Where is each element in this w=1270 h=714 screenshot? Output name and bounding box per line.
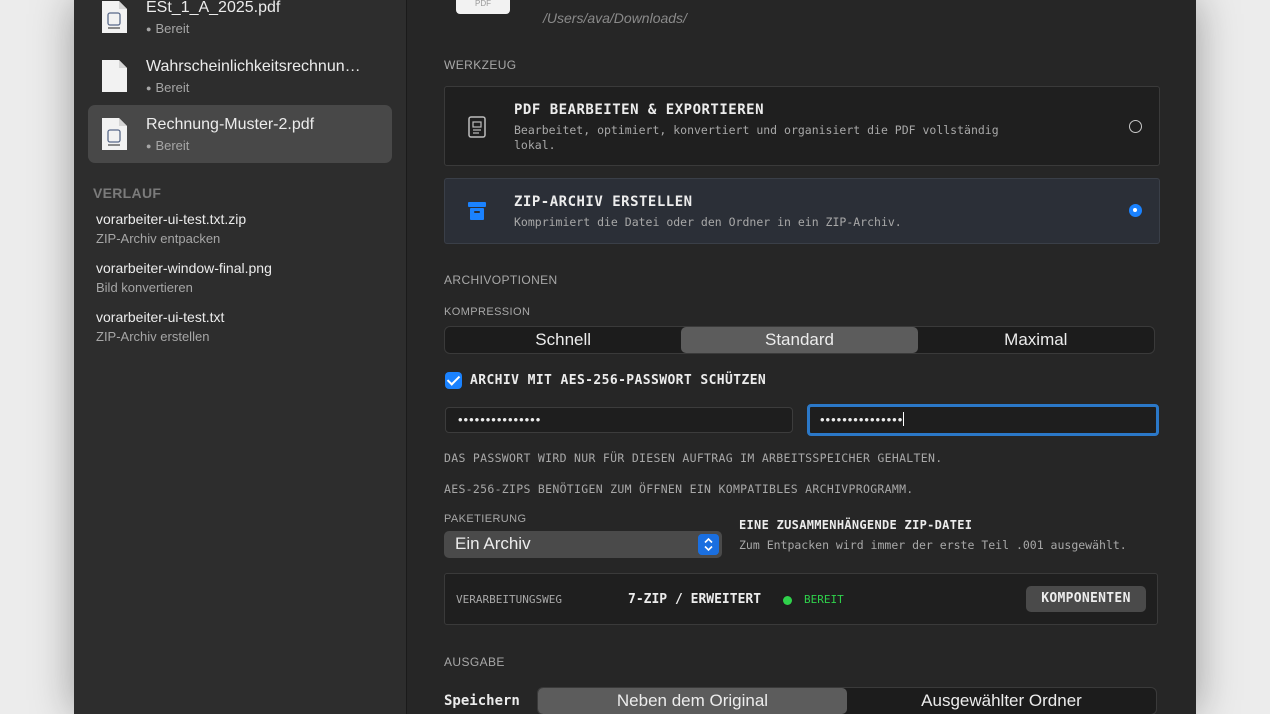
compression-option-standard[interactable]: Standard <box>681 327 918 353</box>
password-checkbox[interactable] <box>445 372 462 389</box>
file-path: /Users/ava/Downloads/ <box>543 10 687 26</box>
archive-options-heading: ARCHIVOPTIONEN <box>444 273 558 287</box>
file-item[interactable]: ESt_1_A_2025.pdf ● Bereit <box>88 0 392 46</box>
history-title: vorarbeiter-window-final.png <box>96 260 272 276</box>
pdf-file-icon <box>102 1 127 33</box>
history-item[interactable]: vorarbeiter-ui-test.txt.zip ZIP-Archiv e… <box>96 211 386 246</box>
components-button[interactable]: KOMPONENTEN <box>1026 586 1146 612</box>
compression-option-max[interactable]: Maximal <box>918 327 1154 353</box>
pdf-file-icon <box>102 118 127 150</box>
processing-label: VERARBEITUNGSWEG <box>456 593 562 606</box>
tool-card-zip[interactable]: ZIP-ARCHIV ERSTELLEN Komprimiert die Dat… <box>444 178 1160 244</box>
file-status: ● Bereit <box>146 21 190 36</box>
file-status: ● Bereit <box>146 80 190 95</box>
status-dot-icon <box>783 596 792 605</box>
tool-radio-selected[interactable] <box>1129 204 1142 217</box>
app-window: ESt_1_A_2025.pdf ● Bereit Wahrscheinlichk… <box>74 0 1196 714</box>
processing-route-panel: VERARBEITUNGSWEG 7-ZIP / ERWEITERT BEREI… <box>444 573 1158 625</box>
history-subtitle: ZIP-Archiv entpacken <box>96 231 221 246</box>
tool-title: ZIP-ARCHIV ERSTELLEN <box>514 194 693 210</box>
file-status: ● Bereit <box>146 138 190 153</box>
save-label: Speichern <box>444 693 520 709</box>
history-heading: VERLAUF <box>93 185 162 201</box>
tool-title: PDF BEARBEITEN & EXPORTIEREN <box>514 102 765 118</box>
file-item[interactable]: Wahrscheinlichkeitsrechnun… ● Bereit <box>88 47 392 105</box>
history-item[interactable]: vorarbeiter-window-final.png Bild konver… <box>96 260 386 295</box>
file-item-selected[interactable]: Rechnung-Muster-2.pdf ● Bereit <box>88 105 392 163</box>
save-location-segmented-control: Neben dem Original Ausgewählter Ordner <box>537 687 1157 714</box>
sidebar: ESt_1_A_2025.pdf ● Bereit Wahrscheinlichk… <box>74 0 407 714</box>
tool-card-pdf[interactable]: PDF BEARBEITEN & EXPORTIEREN Bearbeitet,… <box>444 86 1160 166</box>
password-field[interactable]: ••••••••••••••• <box>445 407 793 433</box>
save-option-next-to-original[interactable]: Neben dem Original <box>538 688 847 714</box>
processing-status: BEREIT <box>804 593 844 606</box>
output-heading: AUSGABE <box>444 655 505 669</box>
file-name: Rechnung-Muster-2.pdf <box>146 116 315 133</box>
file-name: Wahrscheinlichkeitsrechnun… <box>146 58 361 75</box>
compression-label: KOMPRESSION <box>444 306 531 318</box>
save-option-selected-folder[interactable]: Ausgewählter Ordner <box>847 688 1156 714</box>
tool-radio[interactable] <box>1129 120 1142 133</box>
password-memory-note: DAS PASSWORT WIRD NUR FÜR DIESEN AUFTRAG… <box>444 451 943 465</box>
pdf-tool-icon <box>468 116 486 138</box>
history-title: vorarbeiter-ui-test.txt.zip <box>96 211 247 227</box>
tool-description: Bearbeitet, optimiert, konvertiert und o… <box>514 123 999 152</box>
processing-engine: 7-ZIP / ERWEITERT <box>628 592 762 607</box>
tools-heading: WERKZEUG <box>444 58 517 72</box>
file-name: ESt_1_A_2025.pdf <box>146 0 281 16</box>
chevron-updown-icon <box>698 534 719 555</box>
history-subtitle: Bild konvertieren <box>96 280 193 295</box>
document-icon <box>102 60 127 92</box>
compression-option-fast[interactable]: Schnell <box>445 327 681 353</box>
password-checkbox-label[interactable]: ARCHIV MIT AES-256-PASSWORT SCHÜTZEN <box>470 373 766 388</box>
compression-segmented-control: Schnell Standard Maximal <box>444 326 1155 354</box>
tool-description: Komprimiert die Datei oder den Ordner in… <box>514 215 902 229</box>
document-thumbnail: PDF <box>456 0 510 14</box>
text-caret <box>903 412 905 426</box>
password-confirm-field[interactable]: ••••••••••••••• <box>807 404 1159 436</box>
history-item[interactable]: vorarbeiter-ui-test.txt ZIP-Archiv erste… <box>96 309 386 344</box>
history-subtitle: ZIP-Archiv erstellen <box>96 329 210 344</box>
packaging-select[interactable]: Ein Archiv <box>444 531 722 558</box>
aes-compat-note: AES-256-ZIPS BENÖTIGEN ZUM ÖFFNEN EIN KO… <box>444 482 914 496</box>
packaging-info-title: EINE ZUSAMMENHÄNGENDE ZIP-DATEI <box>739 518 973 532</box>
packaging-info-desc: Zum Entpacken wird immer der erste Teil … <box>739 538 1127 552</box>
archive-box-icon <box>468 202 486 220</box>
main-panel: PDF /Users/ava/Downloads/ WERKZEUG PDF B… <box>407 0 1196 714</box>
packaging-label: PAKETIERUNG <box>444 513 527 525</box>
history-title: vorarbeiter-ui-test.txt <box>96 309 225 325</box>
packaging-select-value: Ein Archiv <box>455 534 531 553</box>
